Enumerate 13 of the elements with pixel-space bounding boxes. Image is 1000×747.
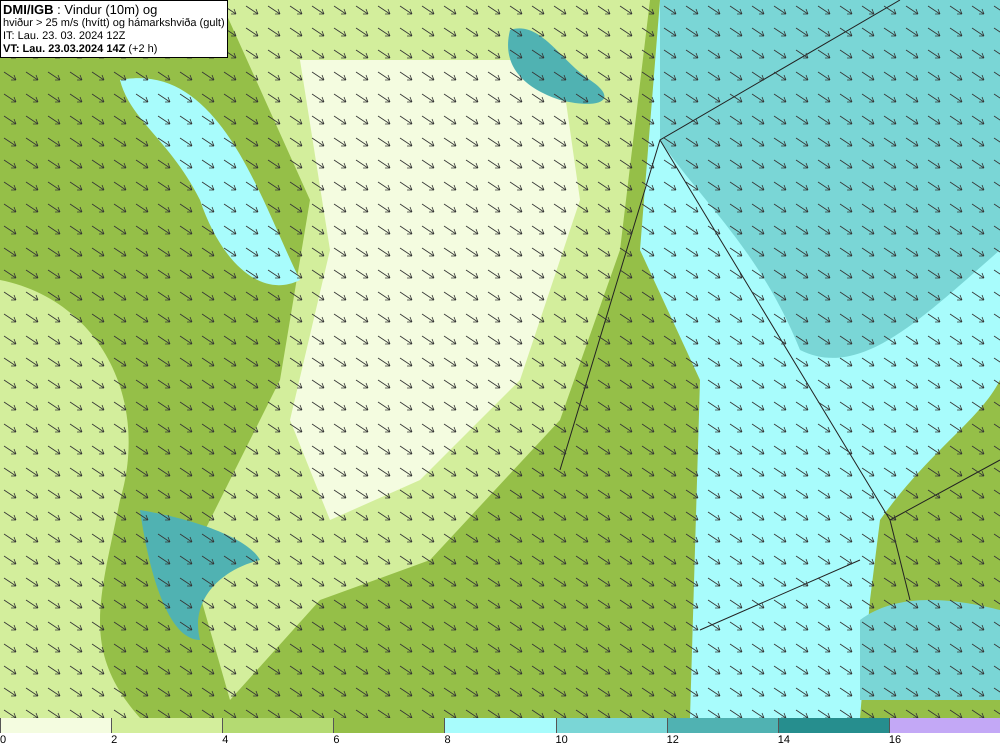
legend-label: 14 bbox=[778, 733, 790, 747]
legend-label: 10 bbox=[556, 733, 568, 747]
legend-label: 12 bbox=[666, 733, 679, 747]
legend-label: 8 bbox=[444, 733, 451, 747]
title-line: VT: Lau. 23.03.2024 14Z (+2 h) bbox=[3, 43, 158, 56]
legend-label: 2 bbox=[111, 733, 118, 747]
title-line: hviður > 25 m/s (hvítt) og hámarkshviða (gult) bbox=[3, 17, 225, 30]
legend-label: 0 bbox=[0, 733, 6, 747]
legend-label: 4 bbox=[222, 733, 228, 747]
title-line: IT: Lau. 23. 03. 2024 12Z bbox=[3, 30, 126, 43]
legend-label: 16 bbox=[888, 733, 902, 747]
title-line: DMI/IGB : Vindur (10m) og bbox=[3, 2, 158, 17]
legend-label: 6 bbox=[333, 733, 340, 747]
